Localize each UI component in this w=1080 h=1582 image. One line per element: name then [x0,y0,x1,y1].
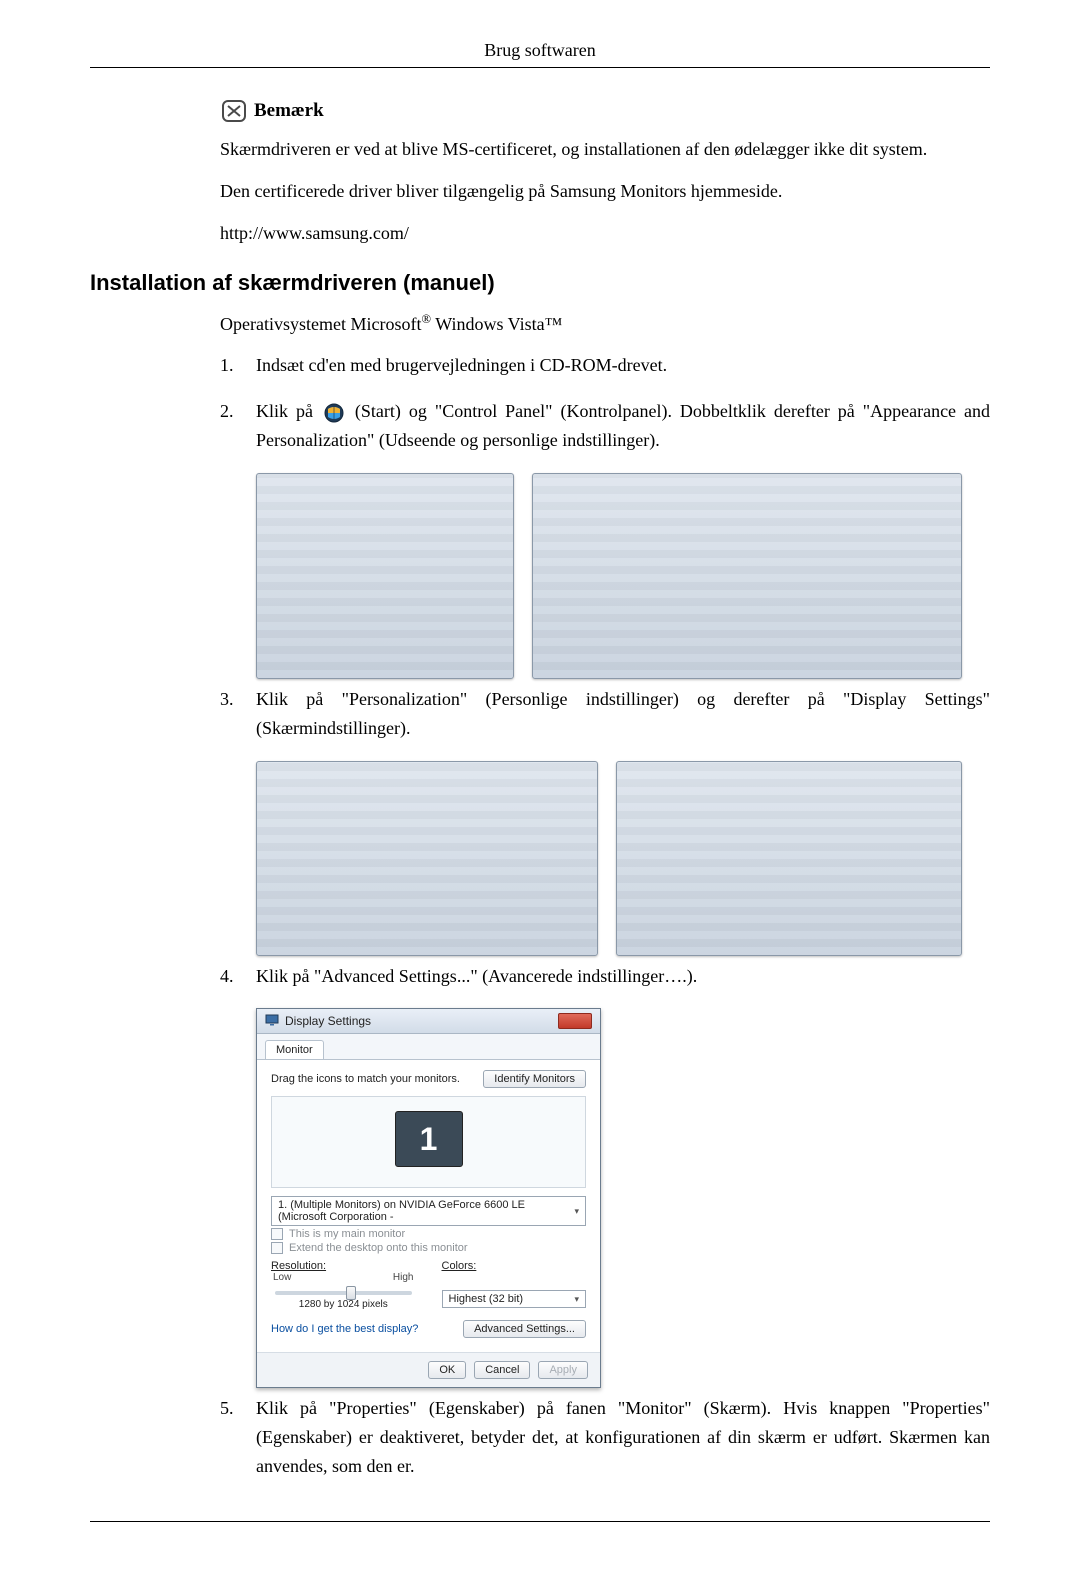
close-icon[interactable] [558,1013,592,1029]
screenshot-personalization-left [256,761,598,956]
step-text-3: Klik på "Personalization" (Personlige in… [256,685,990,743]
screenshot-personalization-right [616,761,962,956]
resolution-label: Resolution: [271,1260,416,1272]
step-text-2: Klik på (Start) og "Control Panel" (Kont… [256,397,990,455]
section-title: Installation af skærmdriveren (manuel) [90,270,990,296]
resolution-slider[interactable] [275,1291,412,1295]
note-icon [220,98,248,124]
identify-monitors-button[interactable]: Identify Monitors [483,1070,586,1088]
dialog-title: Display Settings [285,1014,371,1028]
resolution-value: 1280 by 1024 pixels [271,1299,416,1310]
figure-row-step2 [256,473,990,679]
apply-button[interactable]: Apply [538,1361,588,1379]
subtitle-post: Windows Vista™ [431,314,562,334]
step-2-pre: Klik på [256,401,321,421]
checkbox-main-label: This is my main monitor [289,1228,405,1240]
ok-button[interactable]: OK [428,1361,466,1379]
step-number-4: 4. [220,962,256,991]
monitor-icon[interactable]: 1 [395,1111,463,1167]
note-line-2: Den certificerede driver bliver tilgænge… [220,178,990,206]
screenshot-control-panel [532,473,962,679]
colors-label: Colors: [442,1260,587,1272]
note-line-3: http://www.samsung.com/ [220,220,990,248]
checkbox-extend-desktop[interactable]: Extend the desktop onto this monitor [271,1242,586,1254]
subtitle-pre: Operativsystemet Microsoft [220,314,421,334]
monitor-select-value: 1. (Multiple Monitors) on NVIDIA GeForce… [278,1199,574,1223]
os-subtitle: Operativsystemet Microsoft® Windows Vist… [220,312,990,335]
note-block: Bemærk Skærmdriveren er ved at blive MS-… [220,98,990,248]
checkbox-main-monitor[interactable]: This is my main monitor [271,1228,586,1240]
cancel-button[interactable]: Cancel [474,1361,530,1379]
slider-thumb[interactable] [346,1286,356,1300]
step-number-2: 2. [220,397,256,426]
monitor-mini-icon [265,1014,279,1029]
slider-low-label: Low [273,1272,291,1283]
note-heading: Bemærk [220,98,990,124]
tab-monitor[interactable]: Monitor [265,1040,324,1059]
step-text-5: Klik på "Properties" (Egenskaber) på fan… [256,1394,990,1480]
step-2-post: (Start) og "Control Panel" (Kontrolpanel… [256,401,990,450]
drag-label: Drag the icons to match your monitors. [271,1073,460,1085]
checkbox-extend-label: Extend the desktop onto this monitor [289,1242,468,1254]
colors-dropdown[interactable]: Highest (32 bit) ▾ [442,1290,587,1308]
dialog-titlebar: Display Settings [257,1009,600,1034]
chevron-down-icon: ▾ [574,1294,579,1305]
page-header: Brug softwaren [90,40,990,68]
note-title: Bemærk [254,100,324,122]
step-number-5: 5. [220,1394,256,1423]
slider-high-label: High [393,1272,414,1283]
dialog-tabstrip: Monitor [257,1034,600,1059]
figure-row-step3 [256,761,990,956]
dialog-footer: OK Cancel Apply [257,1352,600,1387]
screenshot-start-menu [256,473,514,679]
step-number-1: 1. [220,351,256,380]
step-number-3: 3. [220,685,256,714]
checkbox-icon [271,1242,283,1254]
step-text-4: Klik på "Advanced Settings..." (Avancere… [256,962,990,991]
display-settings-dialog: Display Settings Monitor Drag the icons … [256,1008,601,1388]
checkbox-icon [271,1228,283,1240]
colors-value: Highest (32 bit) [449,1293,524,1305]
note-line-1: Skærmdriveren er ved at blive MS-certifi… [220,136,990,164]
help-link[interactable]: How do I get the best display? [271,1323,418,1335]
start-orb-icon [323,403,345,423]
monitor-select-dropdown[interactable]: 1. (Multiple Monitors) on NVIDIA GeForce… [271,1196,586,1226]
step-text-1: Indsæt cd'en med brugervejledningen i CD… [256,351,990,380]
advanced-settings-button[interactable]: Advanced Settings... [463,1320,586,1338]
page-footer-rule [90,1521,990,1522]
chevron-down-icon: ▾ [574,1206,579,1217]
